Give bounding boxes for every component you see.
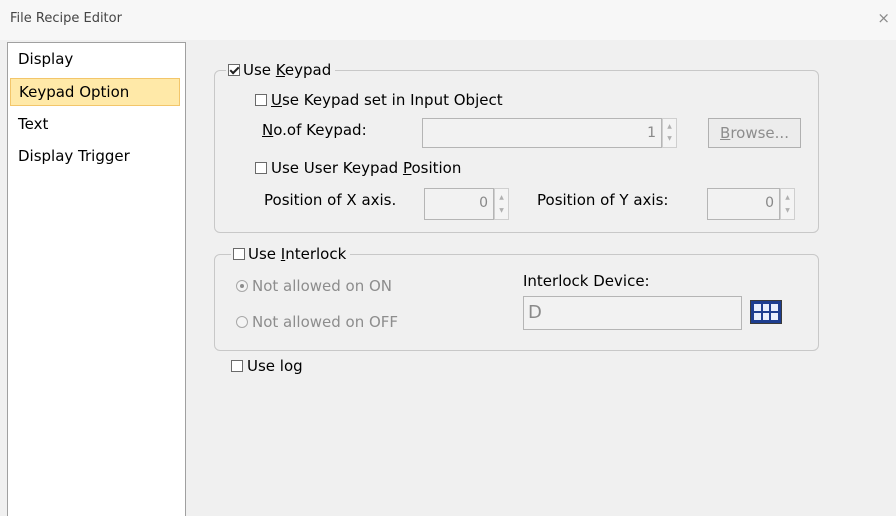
device-table-icon[interactable]	[750, 300, 782, 324]
use-user-position-label: Use User Keypad Position	[271, 159, 462, 177]
not-allowed-off-row[interactable]: Not allowed on OFF	[236, 313, 398, 331]
not-allowed-on-row[interactable]: Not allowed on ON	[236, 277, 392, 295]
sidebar-item-text[interactable]: Text	[10, 111, 48, 139]
x-axis-input[interactable]: 0	[424, 188, 494, 220]
browse-button[interactable]: Browse...	[708, 118, 801, 148]
not-allowed-on-label: Not allowed on ON	[252, 277, 393, 295]
x-axis-spinner[interactable]: ▲ ▼	[494, 188, 509, 220]
use-keypad-label: Use Keypad	[243, 61, 332, 79]
no-of-keypad-input[interactable]: 1	[422, 118, 662, 148]
use-interlock-label: Use Interlock	[248, 245, 347, 263]
y-axis-spinner[interactable]: ▲ ▼	[780, 188, 795, 220]
spin-up-icon[interactable]: ▲	[663, 123, 676, 131]
no-of-keypad-spinner[interactable]: ▲ ▼	[662, 118, 677, 148]
sidebar-item-label: Display	[18, 50, 74, 68]
close-icon[interactable]: ×	[877, 9, 890, 27]
x-axis-label: Position of X axis.	[264, 191, 397, 209]
use-input-object-checkbox[interactable]	[255, 94, 267, 106]
spin-down-icon[interactable]: ▼	[781, 207, 794, 215]
y-axis-label: Position of Y axis:	[537, 191, 669, 209]
sidebar-item-keypad-option[interactable]: Keypad Option	[10, 78, 180, 106]
use-log-row[interactable]: Use log	[231, 357, 303, 375]
spin-up-icon[interactable]: ▲	[781, 194, 794, 202]
title-bar: File Recipe Editor ×	[0, 0, 896, 40]
use-input-object-row[interactable]: Use Keypad set in Input Object	[255, 91, 503, 109]
use-interlock-checkbox-row[interactable]: Use Interlock	[231, 245, 351, 263]
sidebar-item-label: Text	[18, 115, 49, 133]
use-log-checkbox[interactable]	[231, 360, 243, 372]
not-allowed-off-label: Not allowed on OFF	[252, 313, 399, 331]
not-allowed-off-radio[interactable]	[236, 316, 248, 328]
use-input-object-label: Use Keypad set in Input Object	[271, 91, 503, 109]
window-title: File Recipe Editor	[10, 11, 122, 26]
sidebar-item-label: Keypad Option	[19, 83, 130, 101]
interlock-device-label: Interlock Device:	[523, 272, 650, 290]
interlock-device-input[interactable]: D	[523, 296, 742, 330]
use-user-position-row[interactable]: Use User Keypad Position	[255, 159, 461, 177]
y-axis-input[interactable]: 0	[707, 188, 780, 220]
use-keypad-checkbox[interactable]	[228, 64, 240, 76]
use-interlock-checkbox[interactable]	[233, 248, 245, 260]
sidebar-item-label: Display Trigger	[18, 147, 130, 165]
sidebar-item-display-trigger[interactable]: Display Trigger	[10, 143, 130, 171]
no-of-keypad-label: No.of Keypad:	[262, 121, 367, 139]
use-keypad-checkbox-row[interactable]: Use Keypad	[226, 61, 336, 79]
not-allowed-on-radio[interactable]	[236, 280, 248, 292]
spin-down-icon[interactable]: ▼	[663, 135, 676, 143]
use-user-position-checkbox[interactable]	[255, 162, 267, 174]
use-log-label: Use log	[247, 357, 303, 375]
spin-up-icon[interactable]: ▲	[495, 194, 508, 202]
spin-down-icon[interactable]: ▼	[495, 207, 508, 215]
category-list: Display Keypad Option Text Display Trigg…	[7, 42, 186, 516]
sidebar-item-display[interactable]: Display	[10, 46, 73, 74]
